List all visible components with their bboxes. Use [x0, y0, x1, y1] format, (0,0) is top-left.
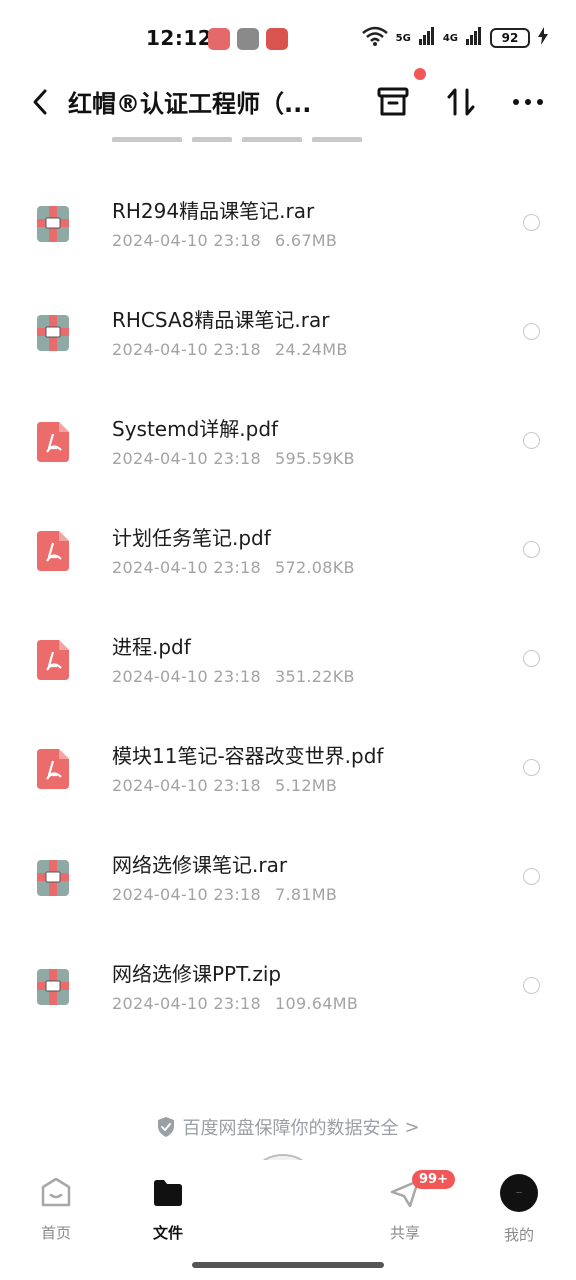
shield-check-icon: [158, 1117, 175, 1137]
notification-app-icon-2: [266, 28, 288, 50]
archive-file-icon: [37, 858, 69, 898]
select-checkbox[interactable]: [523, 759, 540, 776]
file-date: 2024-04-10 23:18: [112, 340, 261, 359]
select-checkbox[interactable]: [523, 868, 540, 885]
file-size: 572.08KB: [274, 558, 355, 577]
file-size: 5.12MB: [274, 776, 338, 795]
folder-icon: [151, 1176, 185, 1210]
select-checkbox[interactable]: [523, 432, 540, 449]
file-name: Systemd详解.pdf: [112, 417, 279, 441]
select-checkbox[interactable]: [523, 650, 540, 667]
home-icon: [39, 1176, 73, 1210]
page-title: 红帽®认证工程师（...: [68, 90, 312, 118]
status-indicators: 5G 4G 92: [361, 26, 548, 50]
status-time: 12:12: [146, 26, 213, 50]
file-name: RH294精品课笔记.rar: [112, 199, 315, 223]
file-meta: 2024-04-10 23:18 7.81MB: [112, 885, 337, 904]
file-name: 网络选修课笔记.rar: [112, 853, 288, 877]
archive-file-icon: [37, 313, 69, 353]
notification-app-icon: [208, 28, 230, 50]
share-badge: 99+: [412, 1170, 455, 1189]
nav-home-label: 首页: [40, 1224, 71, 1242]
archive-file-icon: [37, 204, 69, 244]
file-size: 595.59KB: [274, 449, 355, 468]
file-row[interactable]: 网络选修课笔记.rar 2024-04-10 23:18 7.81MB: [0, 809, 576, 918]
file-name: 模块11笔记-容器改变世界.pdf: [112, 744, 384, 768]
file-row[interactable]: 模块11笔记-容器改变世界.pdf 2024-04-10 23:18 5.12MB: [0, 700, 576, 809]
more-button[interactable]: [508, 82, 548, 122]
charging-icon: [538, 27, 548, 49]
pdf-file-icon: [37, 640, 69, 680]
pdf-file-icon: [37, 531, 69, 571]
more-icon: [513, 99, 543, 105]
file-row[interactable]: 网络选修课PPT.zip 2024-04-10 23:18 109.64MB: [0, 918, 576, 1027]
avatar: ···: [500, 1174, 538, 1212]
signal-4g-label: 4G: [442, 32, 458, 44]
file-size: 7.81MB: [274, 885, 338, 904]
file-date: 2024-04-10 23:18: [112, 994, 261, 1013]
nav-share-label: 共享: [389, 1224, 420, 1242]
back-arrow-icon: [33, 89, 47, 115]
nav-mine[interactable]: ··· 我的: [474, 1170, 564, 1250]
file-meta: 2024-04-10 23:18 351.22KB: [112, 667, 355, 686]
recycle-bin-icon: [377, 87, 409, 116]
nav-home[interactable]: 首页: [11, 1170, 101, 1250]
battery-indicator: 92: [490, 28, 530, 48]
sort-icon: [447, 88, 475, 116]
file-meta: 2024-04-10 23:18 5.12MB: [112, 776, 337, 795]
wifi-icon: [361, 26, 388, 50]
file-meta: 2024-04-10 23:18 572.08KB: [112, 558, 355, 577]
file-name: 进程.pdf: [112, 635, 191, 659]
nav-files[interactable]: 文件: [123, 1170, 213, 1250]
file-row[interactable]: 进程.pdf 2024-04-10 23:18 351.22KB: [0, 591, 576, 700]
file-meta: 2024-04-10 23:18 109.64MB: [112, 994, 358, 1013]
signal-bars-icon: [418, 27, 435, 49]
signal-5g-label: 5G: [395, 32, 411, 44]
file-date: 2024-04-10 23:18: [112, 449, 261, 468]
nav-mine-label: 我的: [503, 1226, 534, 1244]
sort-button[interactable]: [442, 82, 480, 122]
file-meta: 2024-04-10 23:18 595.59KB: [112, 449, 355, 468]
home-indicator[interactable]: [192, 1262, 384, 1268]
file-date: 2024-04-10 23:18: [112, 667, 261, 686]
file-date: 2024-04-10 23:18: [112, 231, 261, 250]
file-size: 109.64MB: [274, 994, 359, 1013]
signal-bars-icon-2: [466, 27, 482, 49]
file-name: RHCSA8精品课笔记.rar: [112, 308, 330, 332]
file-row[interactable]: 计划任务笔记.pdf 2024-04-10 23:18 572.08KB: [0, 482, 576, 591]
file-size: 24.24MB: [274, 340, 348, 359]
file-meta: 2024-04-10 23:18 6.67MB: [112, 231, 337, 250]
select-checkbox[interactable]: [523, 977, 540, 994]
notification-dot: [414, 68, 426, 80]
archive-file-icon: [37, 967, 69, 1007]
file-meta: 2024-04-10 23:18 24.24MB: [112, 340, 348, 359]
file-row[interactable]: RHCSA8精品课笔记.rar 2024-04-10 23:18 24.24MB: [0, 264, 576, 373]
status-bar: 12:12 5G 4G 92: [0, 0, 576, 72]
file-row[interactable]: RH294精品课笔记.rar 2024-04-10 23:18 6.67MB: [0, 155, 576, 264]
file-name: 网络选修课PPT.zip: [112, 962, 282, 986]
select-checkbox[interactable]: [523, 323, 540, 340]
file-date: 2024-04-10 23:18: [112, 776, 261, 795]
file-list: RH294精品课笔记.rar 2024-04-10 23:18 6.67MB RH…: [0, 155, 576, 1027]
file-size: 6.67MB: [274, 231, 338, 250]
pdf-file-icon: [37, 749, 69, 789]
back-button[interactable]: [24, 84, 56, 120]
nav-files-label: 文件: [152, 1224, 183, 1242]
file-size: 351.22KB: [274, 667, 355, 686]
chevron-right-icon: >: [404, 1116, 420, 1138]
select-checkbox[interactable]: [523, 214, 540, 231]
file-date: 2024-04-10 23:18: [112, 885, 261, 904]
header-bar: 红帽®认证工程师（...: [0, 68, 576, 132]
select-checkbox[interactable]: [523, 541, 540, 558]
notification-message-icon: [237, 28, 259, 50]
file-row[interactable]: Systemd详解.pdf 2024-04-10 23:18 595.59KB: [0, 373, 576, 482]
nav-share[interactable]: 99+ 共享: [360, 1170, 455, 1250]
partial-file-row: [112, 128, 412, 142]
file-name: 计划任务笔记.pdf: [112, 526, 271, 550]
recycle-bin-button[interactable]: [374, 82, 412, 122]
file-date: 2024-04-10 23:18: [112, 558, 261, 577]
pdf-file-icon: [37, 422, 69, 462]
